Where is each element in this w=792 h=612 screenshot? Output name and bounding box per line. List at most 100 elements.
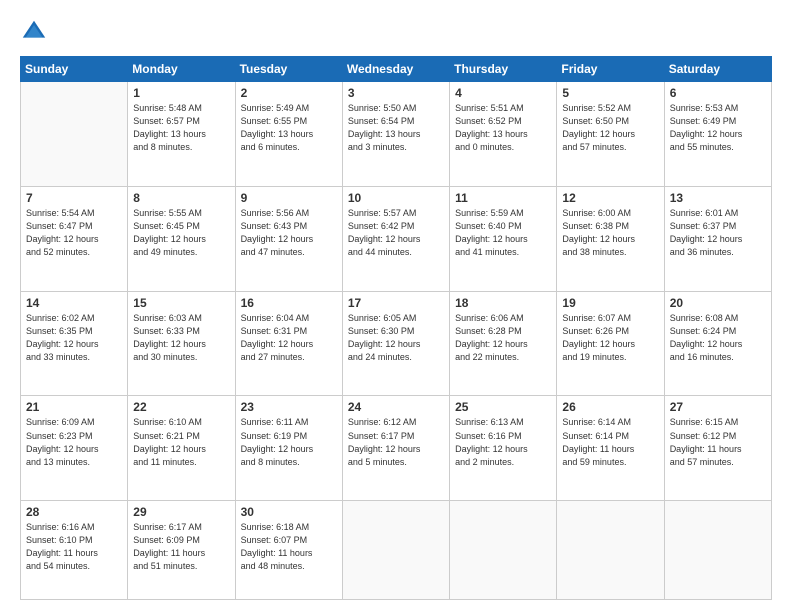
calendar-cell: 3 Sunrise: 5:50 AMSunset: 6:54 PMDaylight… — [342, 82, 449, 187]
header — [20, 18, 772, 46]
day-number: 22 — [133, 400, 229, 414]
day-number: 28 — [26, 505, 122, 519]
day-number: 4 — [455, 86, 551, 100]
day-number: 9 — [241, 191, 337, 205]
calendar-cell — [664, 501, 771, 600]
calendar-cell: 29 Sunrise: 6:17 AMSunset: 6:09 PMDayligh… — [128, 501, 235, 600]
day-number: 27 — [670, 400, 766, 414]
day-info: Sunrise: 5:56 AMSunset: 6:43 PMDaylight:… — [241, 207, 337, 259]
day-number: 25 — [455, 400, 551, 414]
day-number: 26 — [562, 400, 658, 414]
day-info: Sunrise: 6:12 AMSunset: 6:17 PMDaylight:… — [348, 416, 444, 468]
calendar-week-2: 7 Sunrise: 5:54 AMSunset: 6:47 PMDaylight… — [21, 186, 772, 291]
day-info: Sunrise: 5:52 AMSunset: 6:50 PMDaylight:… — [562, 102, 658, 154]
calendar-cell — [450, 501, 557, 600]
day-info: Sunrise: 6:16 AMSunset: 6:10 PMDaylight:… — [26, 521, 122, 573]
calendar-cell: 25 Sunrise: 6:13 AMSunset: 6:16 PMDayligh… — [450, 396, 557, 501]
day-info: Sunrise: 5:49 AMSunset: 6:55 PMDaylight:… — [241, 102, 337, 154]
day-info: Sunrise: 6:04 AMSunset: 6:31 PMDaylight:… — [241, 312, 337, 364]
day-number: 1 — [133, 86, 229, 100]
weekday-header-thursday: Thursday — [450, 57, 557, 82]
calendar-week-1: 1Sunrise: 5:48 AMSunset: 6:57 PMDaylight… — [21, 82, 772, 187]
day-info: Sunrise: 6:10 AMSunset: 6:21 PMDaylight:… — [133, 416, 229, 468]
calendar-cell: 2 Sunrise: 5:49 AMSunset: 6:55 PMDaylight… — [235, 82, 342, 187]
weekday-header-wednesday: Wednesday — [342, 57, 449, 82]
weekday-header-monday: Monday — [128, 57, 235, 82]
day-number: 16 — [241, 296, 337, 310]
calendar-cell: 1Sunrise: 5:48 AMSunset: 6:57 PMDaylight… — [128, 82, 235, 187]
day-number: 19 — [562, 296, 658, 310]
calendar-cell: 23Sunrise: 6:11 AMSunset: 6:19 PMDayligh… — [235, 396, 342, 501]
calendar-cell: 6Sunrise: 5:53 AMSunset: 6:49 PMDaylight… — [664, 82, 771, 187]
calendar-cell: 27 Sunrise: 6:15 AMSunset: 6:12 PMDayligh… — [664, 396, 771, 501]
day-info: Sunrise: 5:54 AMSunset: 6:47 PMDaylight:… — [26, 207, 122, 259]
calendar-cell: 30 Sunrise: 6:18 AMSunset: 6:07 PMDayligh… — [235, 501, 342, 600]
day-number: 11 — [455, 191, 551, 205]
calendar-cell: 21 Sunrise: 6:09 AMSunset: 6:23 PMDayligh… — [21, 396, 128, 501]
day-number: 14 — [26, 296, 122, 310]
calendar-cell: 16 Sunrise: 6:04 AMSunset: 6:31 PMDayligh… — [235, 291, 342, 396]
logo-icon — [20, 18, 48, 46]
calendar-week-4: 21 Sunrise: 6:09 AMSunset: 6:23 PMDayligh… — [21, 396, 772, 501]
day-number: 10 — [348, 191, 444, 205]
calendar-cell: 19Sunrise: 6:07 AMSunset: 6:26 PMDayligh… — [557, 291, 664, 396]
calendar-week-3: 14 Sunrise: 6:02 AMSunset: 6:35 PMDayligh… — [21, 291, 772, 396]
day-info: Sunrise: 6:08 AMSunset: 6:24 PMDaylight:… — [670, 312, 766, 364]
day-info: Sunrise: 6:03 AMSunset: 6:33 PMDaylight:… — [133, 312, 229, 364]
day-number: 2 — [241, 86, 337, 100]
day-info: Sunrise: 5:59 AMSunset: 6:40 PMDaylight:… — [455, 207, 551, 259]
weekday-header-row: SundayMondayTuesdayWednesdayThursdayFrid… — [21, 57, 772, 82]
day-number: 18 — [455, 296, 551, 310]
calendar-cell: 7 Sunrise: 5:54 AMSunset: 6:47 PMDaylight… — [21, 186, 128, 291]
day-info: Sunrise: 5:51 AMSunset: 6:52 PMDaylight:… — [455, 102, 551, 154]
day-info: Sunrise: 6:09 AMSunset: 6:23 PMDaylight:… — [26, 416, 122, 468]
calendar-cell: 17 Sunrise: 6:05 AMSunset: 6:30 PMDayligh… — [342, 291, 449, 396]
day-info: Sunrise: 6:11 AMSunset: 6:19 PMDaylight:… — [241, 416, 337, 468]
day-info: Sunrise: 6:15 AMSunset: 6:12 PMDaylight:… — [670, 416, 766, 468]
day-number: 8 — [133, 191, 229, 205]
day-number: 21 — [26, 400, 122, 414]
day-info: Sunrise: 6:01 AMSunset: 6:37 PMDaylight:… — [670, 207, 766, 259]
day-number: 24 — [348, 400, 444, 414]
calendar-cell: 10 Sunrise: 5:57 AMSunset: 6:42 PMDayligh… — [342, 186, 449, 291]
day-number: 13 — [670, 191, 766, 205]
calendar-cell — [342, 501, 449, 600]
calendar-cell: 15 Sunrise: 6:03 AMSunset: 6:33 PMDayligh… — [128, 291, 235, 396]
day-number: 30 — [241, 505, 337, 519]
day-info: Sunrise: 6:02 AMSunset: 6:35 PMDaylight:… — [26, 312, 122, 364]
day-number: 3 — [348, 86, 444, 100]
calendar-cell: 20 Sunrise: 6:08 AMSunset: 6:24 PMDayligh… — [664, 291, 771, 396]
day-number: 17 — [348, 296, 444, 310]
calendar-cell — [557, 501, 664, 600]
day-number: 20 — [670, 296, 766, 310]
day-info: Sunrise: 6:17 AMSunset: 6:09 PMDaylight:… — [133, 521, 229, 573]
day-info: Sunrise: 6:13 AMSunset: 6:16 PMDaylight:… — [455, 416, 551, 468]
day-number: 7 — [26, 191, 122, 205]
day-info: Sunrise: 5:57 AMSunset: 6:42 PMDaylight:… — [348, 207, 444, 259]
day-info: Sunrise: 5:55 AMSunset: 6:45 PMDaylight:… — [133, 207, 229, 259]
calendar-cell: 24 Sunrise: 6:12 AMSunset: 6:17 PMDayligh… — [342, 396, 449, 501]
calendar-cell: 9 Sunrise: 5:56 AMSunset: 6:43 PMDaylight… — [235, 186, 342, 291]
calendar-cell: 8 Sunrise: 5:55 AMSunset: 6:45 PMDaylight… — [128, 186, 235, 291]
weekday-header-friday: Friday — [557, 57, 664, 82]
calendar-cell: 13 Sunrise: 6:01 AMSunset: 6:37 PMDayligh… — [664, 186, 771, 291]
day-info: Sunrise: 5:50 AMSunset: 6:54 PMDaylight:… — [348, 102, 444, 154]
weekday-header-tuesday: Tuesday — [235, 57, 342, 82]
day-number: 5 — [562, 86, 658, 100]
calendar-cell — [21, 82, 128, 187]
page: SundayMondayTuesdayWednesdayThursdayFrid… — [0, 0, 792, 612]
calendar-cell: 5 Sunrise: 5:52 AMSunset: 6:50 PMDaylight… — [557, 82, 664, 187]
calendar-cell: 22 Sunrise: 6:10 AMSunset: 6:21 PMDayligh… — [128, 396, 235, 501]
day-number: 29 — [133, 505, 229, 519]
calendar-cell: 18Sunrise: 6:06 AMSunset: 6:28 PMDayligh… — [450, 291, 557, 396]
day-info: Sunrise: 6:05 AMSunset: 6:30 PMDaylight:… — [348, 312, 444, 364]
day-info: Sunrise: 6:00 AMSunset: 6:38 PMDaylight:… — [562, 207, 658, 259]
calendar-cell: 4 Sunrise: 5:51 AMSunset: 6:52 PMDaylight… — [450, 82, 557, 187]
weekday-header-sunday: Sunday — [21, 57, 128, 82]
day-info: Sunrise: 5:53 AMSunset: 6:49 PMDaylight:… — [670, 102, 766, 154]
logo — [20, 18, 52, 46]
calendar-cell: 26Sunrise: 6:14 AMSunset: 6:14 PMDayligh… — [557, 396, 664, 501]
day-info: Sunrise: 6:18 AMSunset: 6:07 PMDaylight:… — [241, 521, 337, 573]
calendar-cell: 14 Sunrise: 6:02 AMSunset: 6:35 PMDayligh… — [21, 291, 128, 396]
day-number: 15 — [133, 296, 229, 310]
